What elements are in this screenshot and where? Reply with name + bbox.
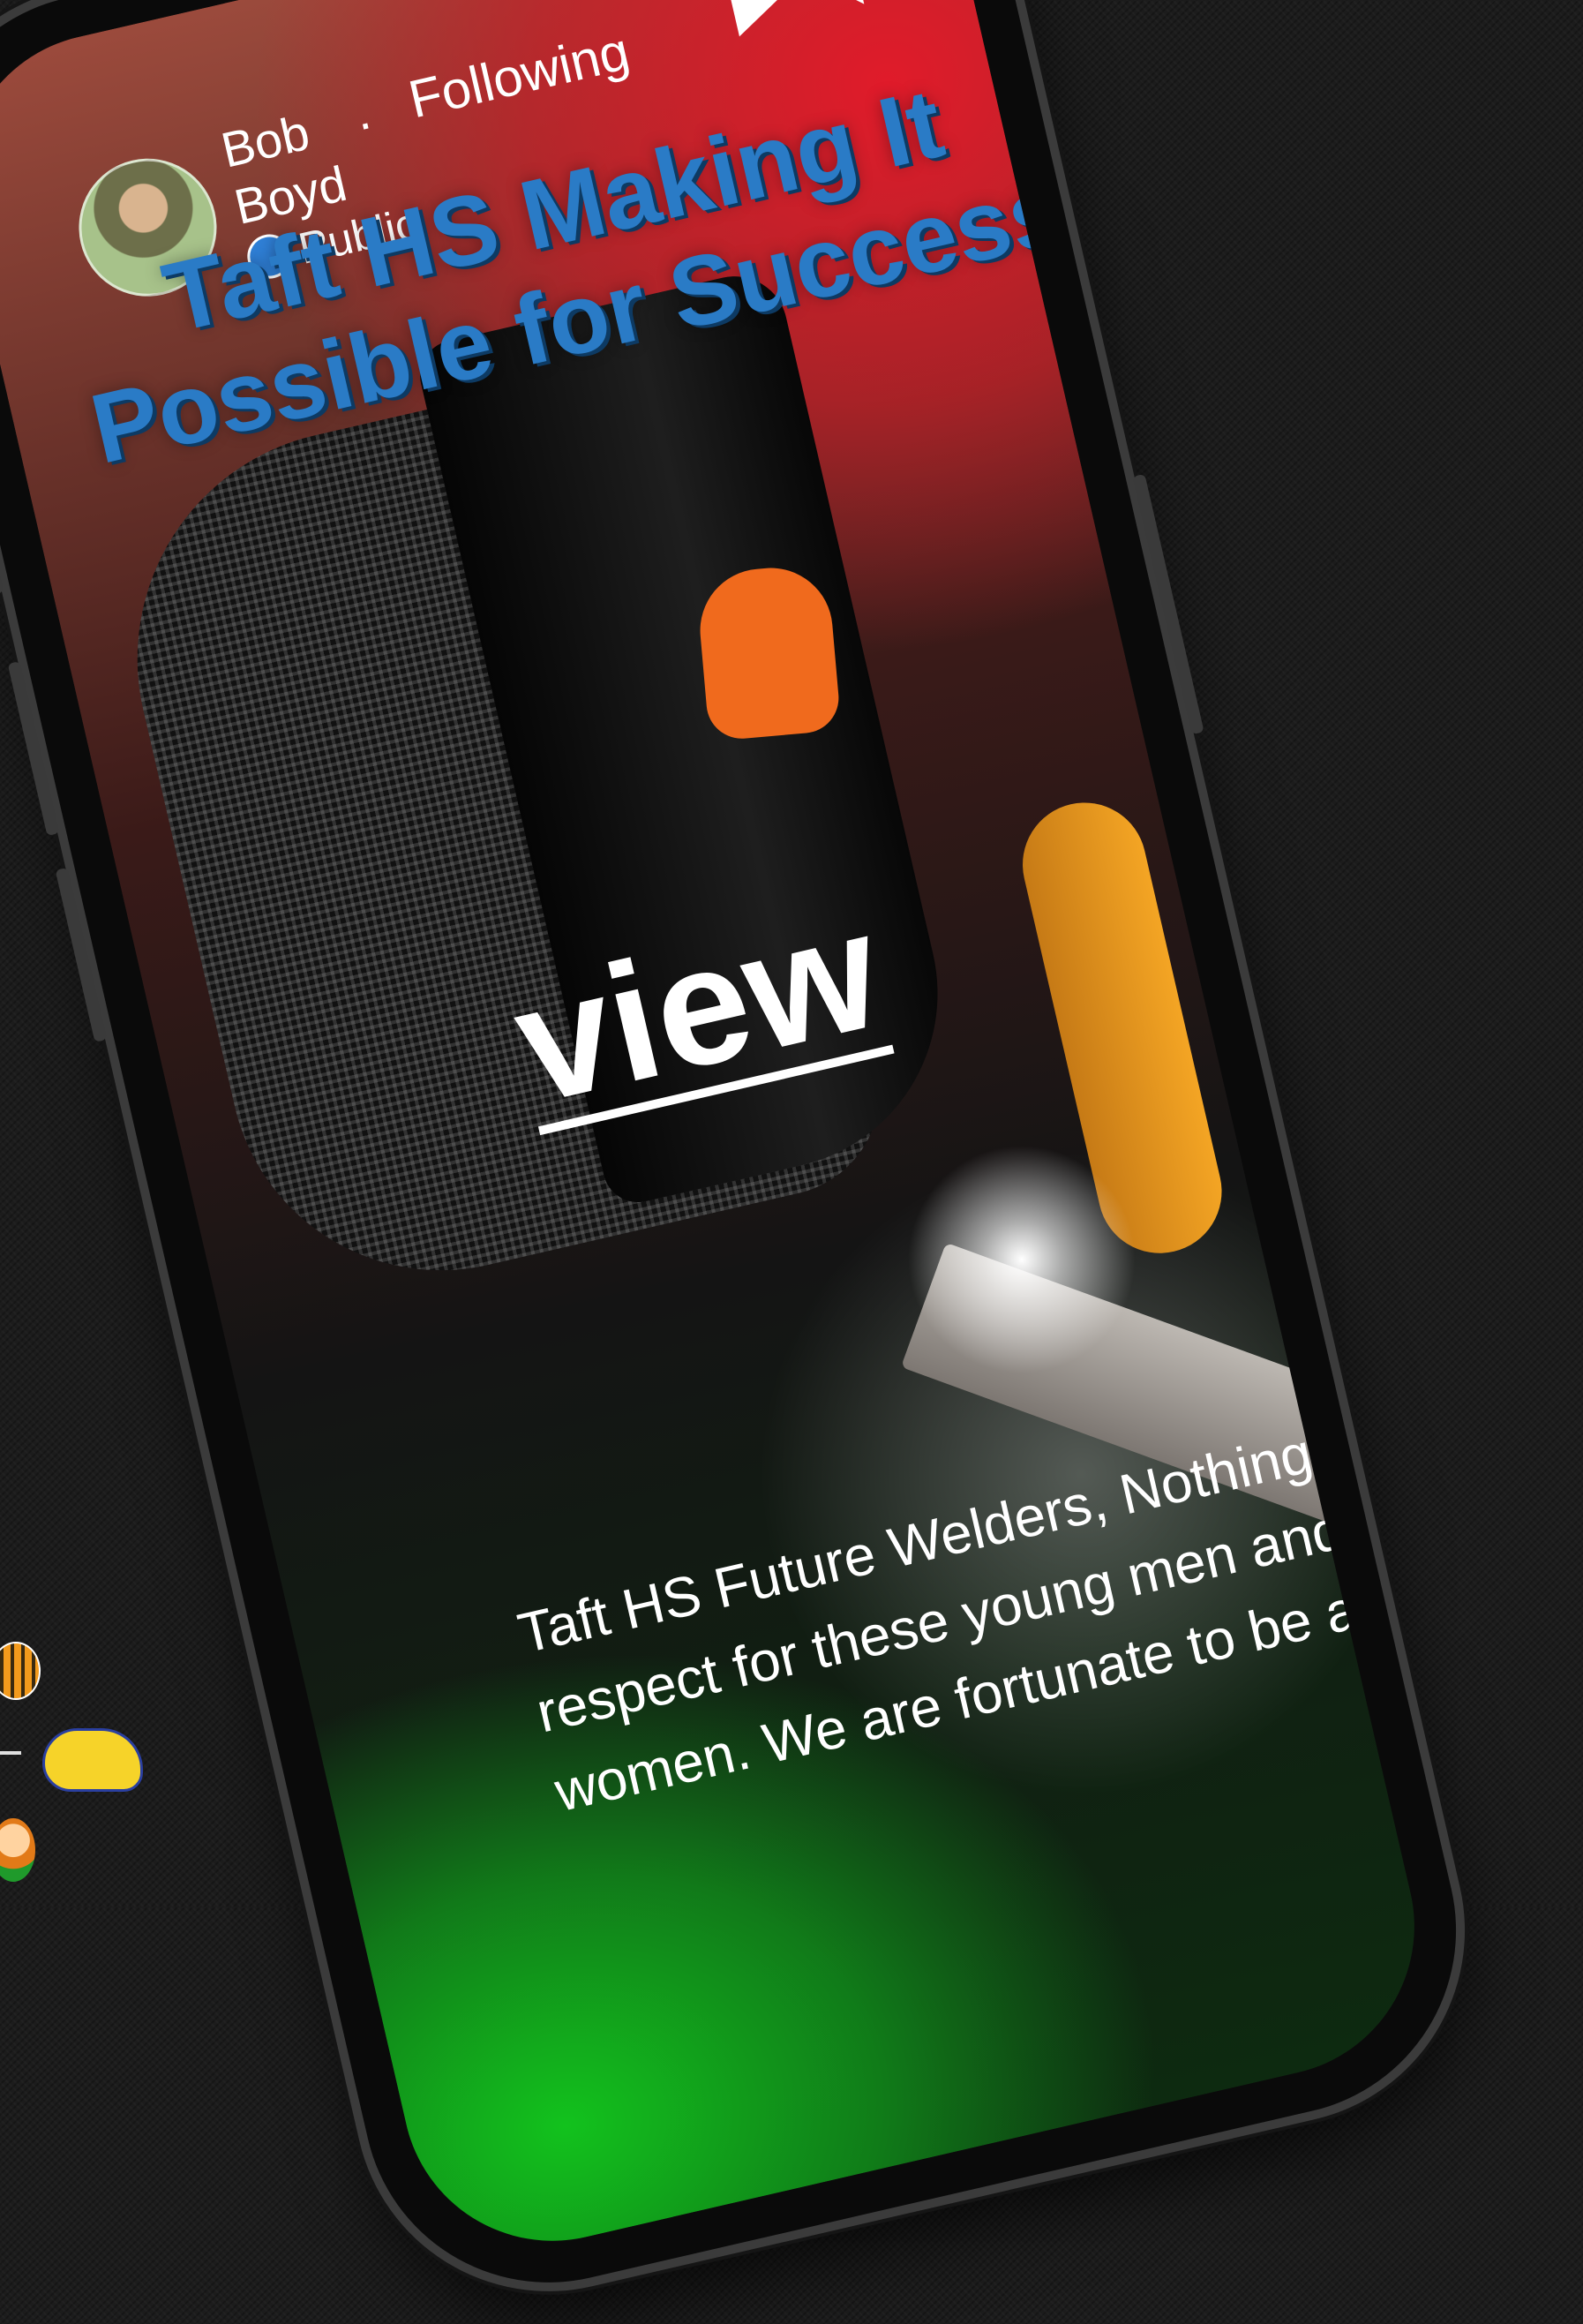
power-button bbox=[1132, 473, 1204, 735]
mascot-logo-icon bbox=[0, 1818, 35, 1882]
volume-up-button bbox=[7, 661, 60, 837]
mute-icon[interactable] bbox=[810, 0, 904, 19]
following-button[interactable]: Following bbox=[403, 20, 634, 130]
volume-down-button bbox=[55, 867, 108, 1042]
divider bbox=[0, 1751, 21, 1755]
video-post-screen[interactable]: Bob Boyd · Following Public ⋮ Taft HS Ma… bbox=[0, 0, 1444, 2271]
tiger-logo-icon bbox=[0, 1642, 41, 1700]
silent-switch bbox=[0, 489, 4, 596]
school-logos bbox=[0, 1633, 150, 1907]
play-icon[interactable] bbox=[724, 0, 792, 37]
bulldog-logo-icon bbox=[42, 1728, 143, 1792]
phone-mockup: Bob Boyd · Following Public ⋮ Taft HS Ma… bbox=[0, 0, 1493, 2320]
separator-dot: · bbox=[350, 94, 379, 152]
post-caption: Taft HS Future Welders, Nothing but resp… bbox=[512, 1399, 1444, 1824]
